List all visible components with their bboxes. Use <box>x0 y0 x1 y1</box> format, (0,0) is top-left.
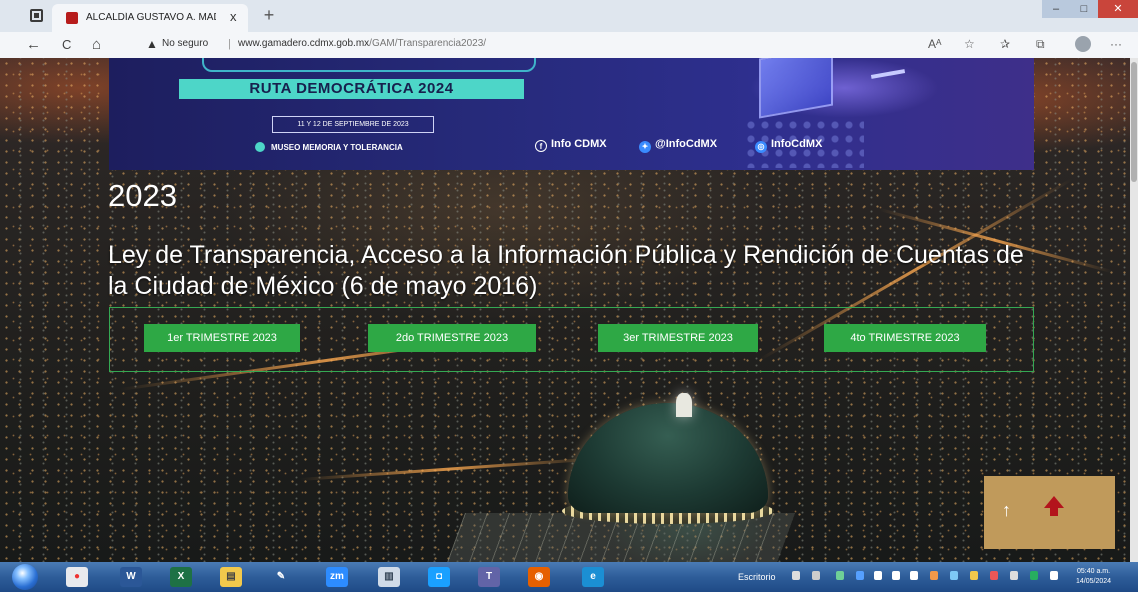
tray-icon[interactable] <box>812 571 820 580</box>
volume-icon[interactable] <box>910 571 918 580</box>
browser-tab-strip: ALCALDÍA GUSTAVO A. MADERO x + – □ ✕ <box>0 0 1138 32</box>
tab-close-icon[interactable]: x <box>230 9 237 24</box>
document-icon[interactable]: ▥ <box>378 567 400 587</box>
quarter-2-button[interactable]: 2do TRIMESTRE 2023 <box>368 324 536 352</box>
tray-icon[interactable] <box>792 571 800 580</box>
twitter-icon: ✦ <box>639 141 651 153</box>
warning-icon[interactable]: ▲ <box>146 37 158 51</box>
minimize-icon[interactable]: – <box>1042 0 1070 18</box>
paint-icon[interactable]: ✎ <box>270 567 292 587</box>
taskbar: ● W X ▤ ✎ zm ▥ ◘ T ◉ e Escritorio 05:40 … <box>0 562 1138 592</box>
maximize-icon[interactable]: □ <box>1070 0 1098 18</box>
arrow-up-icon: ↑ <box>1002 500 1011 520</box>
close-window-icon[interactable]: ✕ <box>1098 0 1138 18</box>
quarter-3-button[interactable]: 3er TRIMESTRE 2023 <box>598 324 758 352</box>
file-explorer-icon[interactable]: ▤ <box>220 567 242 587</box>
excel-icon[interactable]: X <box>170 567 192 587</box>
tray-icon[interactable] <box>1010 571 1018 580</box>
quarter-4-button[interactable]: 4to TRIMESTRE 2023 <box>824 324 986 352</box>
zoom-icon[interactable]: zm <box>326 567 348 587</box>
read-aloud-icon[interactable]: Aᴬ <box>928 37 941 51</box>
page-year-heading: 2023 <box>108 178 177 213</box>
start-button[interactable] <box>12 564 38 590</box>
more-menu-icon[interactable]: ··· <box>1110 37 1122 51</box>
social-instagram: ◎ InfoCdMX <box>755 138 822 153</box>
address-bar-row: ← C ⌂ ▲ No seguro | www.gamadero.cdmx.go… <box>0 32 1138 59</box>
security-status[interactable]: No seguro <box>162 38 208 49</box>
clock-date: 14/05/2024 <box>1076 578 1112 585</box>
back-icon[interactable]: ← <box>26 36 41 54</box>
scrollbar-thumb[interactable] <box>1131 62 1137 182</box>
teams-icon[interactable]: T <box>478 567 500 587</box>
basilica-tower <box>676 393 692 417</box>
banner-logo <box>202 58 536 72</box>
page-viewport: RUTA DEMOCRÁTICA 2024 11 Y 12 DE SEPTIEM… <box>0 58 1130 562</box>
home-icon[interactable]: ⌂ <box>92 36 101 54</box>
social-label: InfoCdMX <box>771 138 823 150</box>
word-icon[interactable]: W <box>120 567 142 587</box>
tab-title: ALCALDÍA GUSTAVO A. MADERO <box>86 12 216 23</box>
collections-icon[interactable]: ⧉ <box>1036 37 1045 52</box>
window-controls: – □ ✕ <box>1042 0 1138 22</box>
social-label: @InfoCdMX <box>655 138 718 150</box>
edge-icon[interactable]: e <box>582 567 604 587</box>
social-label: Info CDMX <box>551 138 607 150</box>
favicon-icon <box>66 12 78 24</box>
network-icon[interactable] <box>874 571 882 580</box>
tray-icon[interactable] <box>930 571 938 580</box>
url-path: /GAM/Transparencia2023/ <box>369 38 487 49</box>
tray-icon[interactable] <box>1050 571 1058 580</box>
event-dates: 11 Y 12 DE SEPTIEMBRE DE 2023 <box>272 116 434 133</box>
tray-icon[interactable] <box>836 571 844 580</box>
event-venue: MUSEO MEMORIA Y TOLERANCIA <box>271 143 403 152</box>
location-icon <box>255 142 265 152</box>
tray-icon[interactable] <box>990 571 998 580</box>
home-arrow-icon <box>1044 496 1064 516</box>
new-tab-button[interactable]: + <box>258 6 280 26</box>
taskbar-search-label[interactable]: Escritorio <box>738 572 776 582</box>
url-field[interactable]: www.gamadero.cdmx.gob.mx/GAM/Transparenc… <box>238 38 486 49</box>
chrome-icon[interactable]: ● <box>66 567 88 587</box>
browser-tab[interactable]: ALCALDÍA GUSTAVO A. MADERO x <box>52 4 248 32</box>
tray-icon[interactable] <box>950 571 958 580</box>
social-twitter: ✦ @InfoCdMX <box>639 138 717 153</box>
event-banner[interactable]: RUTA DEMOCRÁTICA 2024 11 Y 12 DE SEPTIEM… <box>109 58 1034 170</box>
tab-actions-icon[interactable] <box>30 9 43 22</box>
event-title: RUTA DEMOCRÁTICA 2024 <box>179 79 524 99</box>
quarters-panel: 1er TRIMESTRE 2023 2do TRIMESTRE 2023 3e… <box>109 307 1034 372</box>
quarter-1-button[interactable]: 1er TRIMESTRE 2023 <box>144 324 300 352</box>
profile-avatar[interactable] <box>1075 36 1091 52</box>
firefox-icon[interactable]: ◉ <box>528 567 550 587</box>
outlook-icon[interactable]: ◘ <box>428 567 450 587</box>
law-title: Ley de Transparencia, Acceso a la Inform… <box>108 241 1024 300</box>
facebook-icon: f <box>535 140 547 152</box>
tray-icon[interactable] <box>856 571 864 580</box>
tray-icon[interactable] <box>1030 571 1038 580</box>
flag-icon[interactable] <box>892 571 900 580</box>
system-clock[interactable]: 05:40 a.m. 14/05/2024 <box>1076 567 1111 587</box>
clock-time: 05:40 a.m. <box>1076 568 1111 575</box>
favorites-icon[interactable]: ✰ <box>1000 37 1010 51</box>
tray-icon[interactable] <box>970 571 978 580</box>
reload-icon[interactable]: C <box>62 36 71 54</box>
instagram-icon: ◎ <box>755 141 767 153</box>
favorite-icon[interactable]: ☆ <box>964 37 975 51</box>
url-separator: | <box>228 38 231 50</box>
back-to-top-button[interactable]: ↑ <box>984 476 1115 549</box>
url-domain: www.gamadero.cdmx.gob.mx <box>238 38 370 49</box>
social-facebook: f Info CDMX <box>535 138 607 152</box>
